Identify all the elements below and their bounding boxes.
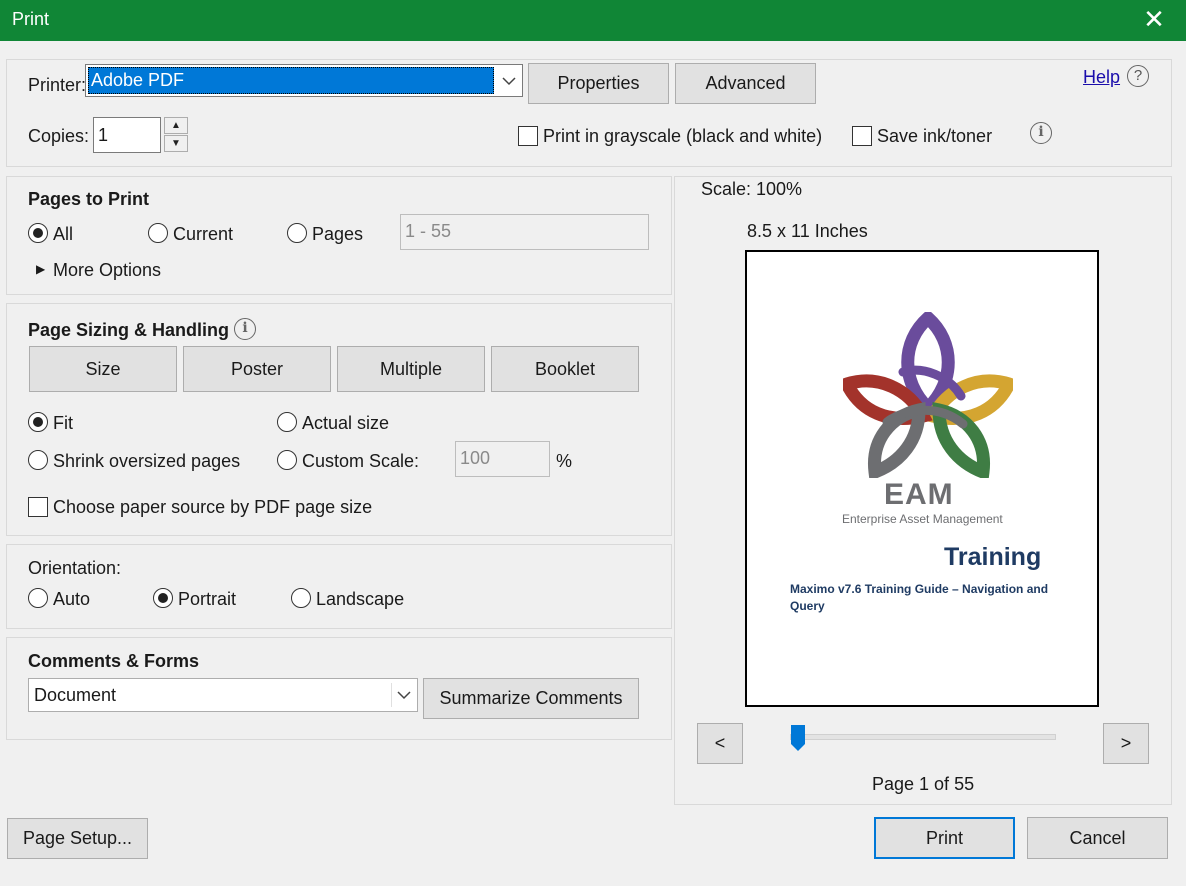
portrait-radio[interactable] [153, 588, 173, 608]
actual-size-label: Actual size [302, 413, 390, 433]
paper-size-label: 8.5 x 11 Inches [747, 221, 868, 241]
copies-input[interactable]: 1 [93, 117, 161, 153]
cancel-button[interactable]: Cancel [1027, 817, 1168, 859]
landscape-label: Landscape [316, 589, 405, 609]
eam-logo [837, 309, 1019, 482]
page-status: Page 1 of 55 [872, 774, 975, 794]
landscape-radio[interactable] [291, 588, 311, 608]
printer-select[interactable]: Adobe PDF [85, 64, 523, 97]
page-setup-button[interactable]: Page Setup... [7, 818, 148, 859]
advanced-button[interactable]: Advanced [675, 63, 816, 104]
expand-triangle-icon[interactable]: ▶ [36, 262, 45, 276]
pages-to-print-heading: Pages to Print [28, 189, 150, 209]
pages-label: Pages [312, 224, 364, 244]
copies-label: Copies: [28, 126, 90, 146]
help-icon[interactable]: ? [1127, 65, 1149, 87]
auto-radio[interactable] [28, 588, 48, 608]
summarize-comments-button[interactable]: Summarize Comments [423, 678, 639, 719]
all-label: All [53, 224, 74, 244]
title-bar: Print ✕ [0, 0, 1186, 41]
all-radio[interactable] [28, 223, 48, 243]
save-ink-checkbox[interactable] [852, 126, 872, 146]
multiple-tab[interactable]: Multiple [337, 346, 485, 392]
more-options-link[interactable]: More Options [53, 260, 161, 281]
properties-button[interactable]: Properties [528, 63, 669, 104]
pages-range-input[interactable]: 1 - 55 [400, 214, 649, 250]
portrait-label: Portrait [178, 589, 237, 609]
paper-source-label: Choose paper source by PDF page size [53, 497, 373, 517]
comments-heading: Comments & Forms [28, 651, 200, 671]
shrink-radio[interactable] [28, 450, 48, 470]
size-tab[interactable]: Size [29, 346, 177, 392]
window-title: Print [12, 9, 50, 29]
current-radio[interactable] [148, 223, 168, 243]
previous-page-button[interactable]: < [697, 723, 743, 764]
comments-select[interactable]: Document [28, 678, 418, 712]
chevron-down-icon [498, 69, 520, 93]
pages-radio[interactable] [287, 223, 307, 243]
current-label: Current [173, 224, 234, 244]
percent-label: % [556, 451, 573, 471]
custom-scale-label: Custom Scale: [302, 451, 420, 471]
fit-label: Fit [53, 413, 73, 433]
paper-source-checkbox[interactable] [28, 497, 48, 517]
poster-tab[interactable]: Poster [183, 346, 331, 392]
orientation-panel [6, 544, 672, 629]
custom-scale-input[interactable]: 100 [455, 441, 550, 477]
decrement-icon[interactable]: ▼ [164, 135, 188, 152]
orientation-heading: Orientation: [28, 558, 122, 578]
next-page-button[interactable]: > [1103, 723, 1149, 764]
printer-select-value: Adobe PDF [88, 67, 494, 94]
close-icon[interactable]: ✕ [1140, 4, 1168, 34]
printer-label: Printer: [28, 75, 87, 95]
comments-select-value: Document [34, 685, 117, 705]
info-icon[interactable]: i [234, 318, 256, 340]
save-ink-label: Save ink/toner [877, 126, 993, 146]
doc-subtitle: Maximo v7.6 Training Guide – Navigation … [790, 582, 1049, 613]
actual-size-radio[interactable] [277, 412, 297, 432]
grayscale-label: Print in grayscale (black and white) [543, 126, 823, 146]
grayscale-checkbox[interactable] [518, 126, 538, 146]
page-slider-track[interactable] [790, 734, 1056, 740]
page-sizing-heading: Page Sizing & Handling [28, 320, 230, 340]
booklet-tab[interactable]: Booklet [491, 346, 639, 392]
page-slider-thumb[interactable] [790, 724, 806, 752]
fit-radio[interactable] [28, 412, 48, 432]
help-link[interactable]: Help [1083, 67, 1120, 88]
custom-scale-radio[interactable] [277, 450, 297, 470]
doc-title: Training [944, 543, 1042, 571]
shrink-label: Shrink oversized pages [53, 451, 241, 471]
page-preview: EAM Enterprise Asset Management Training… [745, 250, 1099, 707]
logo-subtitle: Enterprise Asset Management [842, 512, 1003, 526]
logo-title: EAM [884, 478, 954, 511]
print-button[interactable]: Print [874, 817, 1015, 859]
scale-label: Scale: 100% [701, 179, 803, 199]
chevron-down-icon [391, 683, 415, 707]
increment-icon[interactable]: ▲ [164, 117, 188, 134]
info-icon[interactable]: i [1030, 122, 1052, 144]
auto-label: Auto [53, 589, 91, 609]
